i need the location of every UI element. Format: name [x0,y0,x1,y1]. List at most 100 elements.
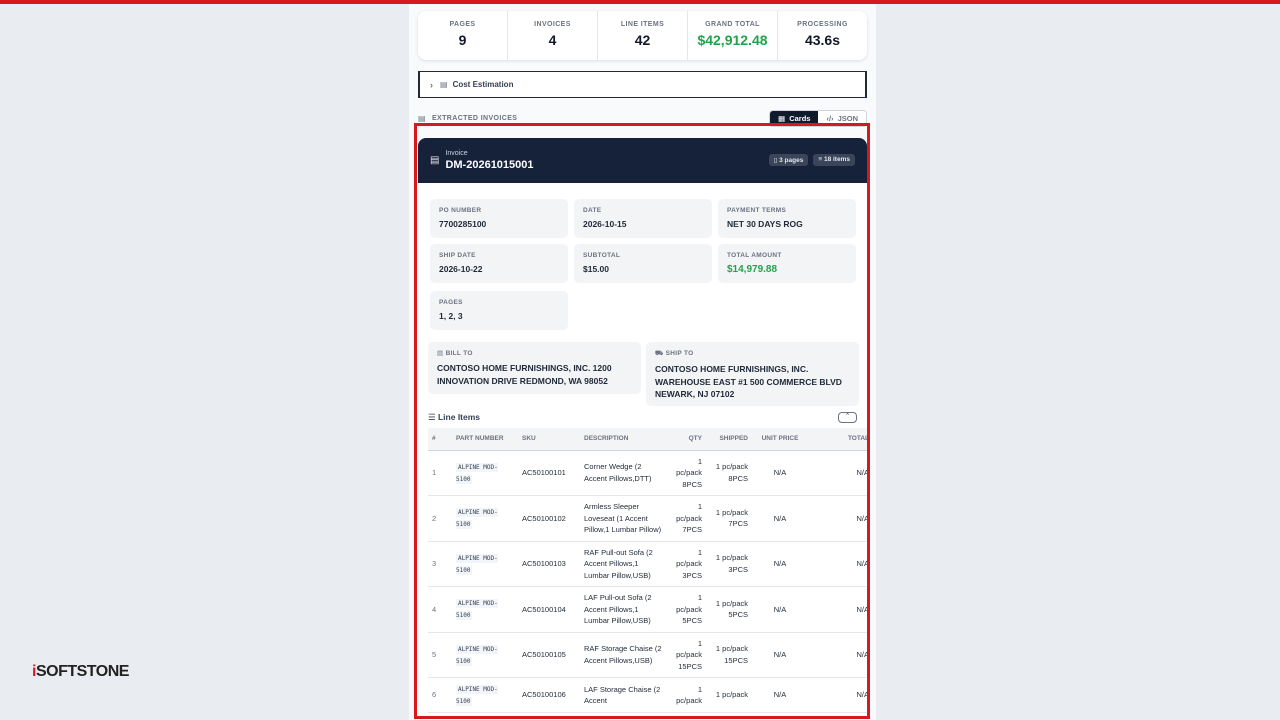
line-items-table: # PART NUMBER SKU DESCRIPTION QTY SHIPPE… [428,428,867,713]
stat-value: 42 [634,32,651,48]
shipped-cell: 1 pc/pack 3PCS [706,541,752,587]
field-po-number: PO NUMBER 7700285100 [430,199,568,238]
part-number-cell: ALPINE MOD-5100 [452,541,518,587]
pages-badge: ▯ 3 pages [768,154,809,166]
field-value: $15.00 [583,264,609,274]
table-row: 4 ALPINE MOD-5100 AC50100104 LAF Pull-ou… [428,586,867,633]
description-cell: Armless Sleeper Loveseat (1 Accent Pillo… [580,495,668,542]
invoice-badges: ▯ 3 pages ≡ 18 items [768,154,855,166]
sku-cell: AC50100104 [518,586,580,633]
items-badge-text: 18 items [823,156,850,163]
row-number: 3 [428,541,452,587]
line-items-header: ☰ Line Items ⌃ [428,412,857,423]
row-number: 2 [428,495,452,542]
stat-label: PAGES [449,21,476,28]
results-panel: PAGES 9 INVOICES 4 LINE ITEMS 42 GRAND T… [409,4,876,720]
field-date: DATE 2026-10-15 [574,199,712,238]
part-number-cell: ALPINE MOD-5100 [452,677,518,713]
table-header-row: # PART NUMBER SKU DESCRIPTION QTY SHIPPE… [428,428,867,451]
bill-to-address: CONTOSO HOME FURNISHINGS, INC. 1200 INNO… [437,363,612,386]
grid-icon: ▦ [778,113,786,123]
stat-label: GRAND TOTAL [705,21,760,28]
table-row: 1 ALPINE MOD-5100 AC50100101 Corner Wedg… [428,450,867,496]
shipped-cell: 1 pc/pack 7PCS [706,495,752,542]
document-icon: ▤ [430,155,440,166]
collapse-button[interactable]: ⌃ [838,412,857,423]
field-label: PAYMENT TERMS [727,207,787,214]
unit-price-cell: N/A [752,541,808,587]
json-view-button[interactable]: ‹/› JSON [818,110,866,126]
stat-label: LINE ITEMS [620,21,665,28]
field-label: TOTAL AMOUNT [727,252,782,259]
items-badge: ≡ 18 items [813,154,855,166]
line-items-title-text: Line Items [437,412,481,422]
table-row: 3 ALPINE MOD-5100 AC50100103 RAF Pull-ou… [428,541,867,587]
row-number: 6 [428,677,452,713]
column-header: # [428,428,452,451]
part-number-cell: ALPINE MOD-5100 [452,632,518,678]
stat-label: PROCESSING [797,21,848,28]
part-number-cell: ALPINE MOD-5100 [452,495,518,542]
total-cell: N/A [808,450,867,496]
cost-estimation-toggle[interactable]: › ▤ Cost Estimation [418,71,867,98]
unit-price-cell: N/A [752,677,808,713]
logo-text: SOFTSTONE [35,663,130,680]
part-number: ALPINE MOD-5100 [456,508,498,530]
stat-line-items: LINE ITEMS 42 [598,11,688,60]
qty-cell: 1 pc/pack 8PCS [668,450,706,496]
unit-price-cell: N/A [752,450,808,496]
shipped-cell: 1 pc/pack 8PCS [706,450,752,496]
ship-to-label-text: SHIP TO [665,350,694,357]
invoice-card-header: ▤ Invoice DM-20261015001 ▯ 3 pages ≡ 18 … [418,138,867,183]
total-cell: N/A [808,495,867,542]
qty-cell: 1 pc/pack 5PCS [668,586,706,633]
cost-estimation-label: Cost Estimation [452,80,514,89]
invoice-number: DM-20261015001 [445,159,534,171]
total-cell: N/A [808,677,867,713]
unit-price-cell: N/A [752,495,808,542]
description-cell: RAF Storage Chaise (2 Accent Pillows,USB… [580,632,668,678]
ship-to-label: ⛟ SHIP TO [655,349,850,358]
qty-cell: 1 pc/pack 3PCS [668,541,706,587]
field-value: 2026-10-22 [439,264,483,274]
part-number: ALPINE MOD-5100 [456,644,498,666]
field-label: PAGES [439,299,463,306]
truck-icon: ⛟ [655,350,666,357]
part-number: ALPINE MOD-5100 [456,462,498,484]
field-label: SHIP DATE [439,252,476,259]
row-number: 4 [428,586,452,633]
row-number: 5 [428,632,452,678]
column-header: SHIPPED [706,428,752,451]
part-number: ALPINE MOD-5100 [456,599,498,621]
view-toggle: ▦ Cards ‹/› JSON [769,109,867,127]
unit-price-cell: N/A [752,632,808,678]
invoice-kind: Invoice [445,150,468,157]
field-value: 1, 2, 3 [439,311,463,321]
qty-cell: 1 pc/pack 7PCS [668,495,706,542]
isoftstone-logo: iSOFTSTONE [32,663,129,681]
field-payment-terms: PAYMENT TERMS NET 30 DAYS ROG [718,199,856,238]
field-value: 7700285100 [439,219,487,229]
cards-view-button[interactable]: ▦ Cards [770,110,819,126]
sku-cell: AC50100106 [518,677,580,713]
field-total-amount: TOTAL AMOUNT $14,979.88 [718,244,856,283]
json-label: JSON [837,113,858,123]
section-title-text: EXTRACTED INVOICES [431,114,518,122]
stat-label: INVOICES [534,21,571,28]
field-pages: PAGES 1, 2, 3 [430,291,568,330]
column-header: QTY [668,428,706,451]
ship-to-address: CONTOSO HOME FURNISHINGS, INC. WAREHOUSE… [655,364,842,399]
sku-cell: AC50100101 [518,450,580,496]
description-cell: LAF Pull-out Sofa (2 Accent Pillows,1 Lu… [580,586,668,633]
part-number-cell: ALPINE MOD-5100 [452,586,518,633]
calculator-icon: ▤ [440,80,448,89]
line-items-title: ☰ Line Items [428,412,480,423]
table-icon: ▤ [418,113,426,123]
stat-grand-total: GRAND TOTAL $42,912.48 [688,11,778,60]
qty-cell: 1 pc/pack [668,677,706,713]
stat-value: $42,912.48 [697,32,768,48]
description-cell: LAF Storage Chaise (2 Accent [580,677,668,713]
part-number-cell: ALPINE MOD-5100 [452,450,518,496]
stat-pages: PAGES 9 [418,11,508,60]
total-cell: N/A [808,632,867,678]
